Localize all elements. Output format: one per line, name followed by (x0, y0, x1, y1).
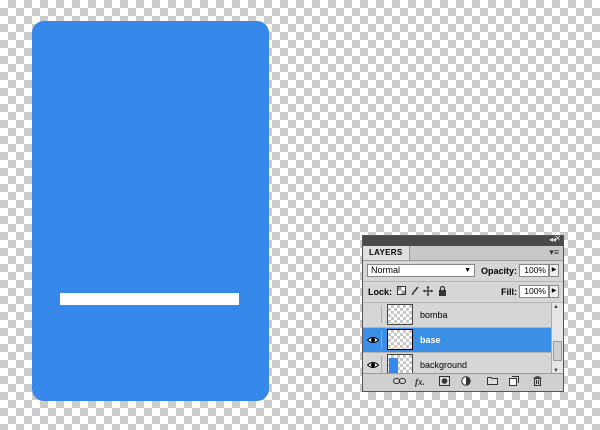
lock-brush-icon[interactable] (410, 286, 420, 297)
layers-scrollbar[interactable]: ▲ ▼ (551, 303, 563, 375)
layer-row-base[interactable]: base (363, 328, 563, 353)
eye-icon (367, 362, 379, 368)
fill-field[interactable]: 100% (519, 285, 549, 298)
fill-slider-button[interactable]: ▶ (549, 285, 559, 298)
layer-name: bomba (420, 310, 448, 320)
artwork-white-bar (60, 293, 239, 305)
layer-mask-icon[interactable] (439, 376, 450, 389)
scroll-thumb[interactable] (553, 341, 562, 361)
panel-tab-row: LAYERS ▾≡ (363, 246, 563, 261)
layer-thumbnail (387, 304, 413, 325)
panel-menu-icon[interactable]: ▾≡ (549, 247, 559, 258)
adjustment-layer-icon[interactable] (461, 376, 471, 389)
new-group-icon[interactable] (487, 376, 498, 388)
lock-all-icon[interactable] (437, 285, 447, 297)
new-layer-icon[interactable] (509, 376, 519, 389)
visibility-toggle[interactable] (365, 306, 382, 323)
layers-list: bomba base background ▲ ▼ (363, 303, 563, 378)
lock-transparent-icon[interactable] (396, 286, 406, 297)
layer-row-bomba[interactable]: bomba (363, 303, 563, 328)
lock-label: Lock: (368, 287, 393, 297)
lock-row: Lock: Fill: 100% ▶ (363, 282, 563, 303)
fx-icon[interactable]: fx. (415, 376, 425, 388)
layer-thumbnail (387, 329, 413, 350)
opacity-field[interactable]: 100% (519, 264, 549, 277)
opacity-label: Opacity: (481, 266, 518, 276)
layer-thumbnail-fill (389, 358, 398, 373)
scroll-up-icon[interactable]: ▲ (553, 304, 559, 310)
close-icon[interactable]: ✕ (554, 234, 561, 243)
blend-mode-select[interactable]: Normal ▼ (367, 264, 475, 277)
fill-label: Fill: (501, 287, 517, 297)
layers-panel: ◂◂ ✕ LAYERS ▾≡ Normal ▼ Opacity: 100% ▶ … (362, 234, 564, 392)
layers-footer-toolbar: fx. (363, 373, 563, 391)
opacity-slider-button[interactable]: ▶ (549, 264, 559, 277)
visibility-toggle[interactable] (365, 356, 382, 373)
visibility-toggle[interactable] (365, 331, 382, 348)
chevron-down-icon: ▼ (464, 267, 471, 274)
tab-layers[interactable]: LAYERS (363, 246, 410, 260)
panel-titlebar[interactable]: ◂◂ ✕ (363, 234, 563, 246)
lock-move-icon[interactable] (423, 286, 433, 297)
layer-name: base (420, 335, 441, 345)
blend-mode-value: Normal (371, 265, 401, 275)
artwork-card (32, 21, 269, 401)
layer-thumbnail (387, 354, 413, 375)
delete-layer-icon[interactable] (533, 376, 542, 389)
link-layers-icon[interactable] (393, 376, 406, 388)
eye-icon (367, 337, 379, 343)
blend-row: Normal ▼ Opacity: 100% ▶ (363, 261, 563, 282)
